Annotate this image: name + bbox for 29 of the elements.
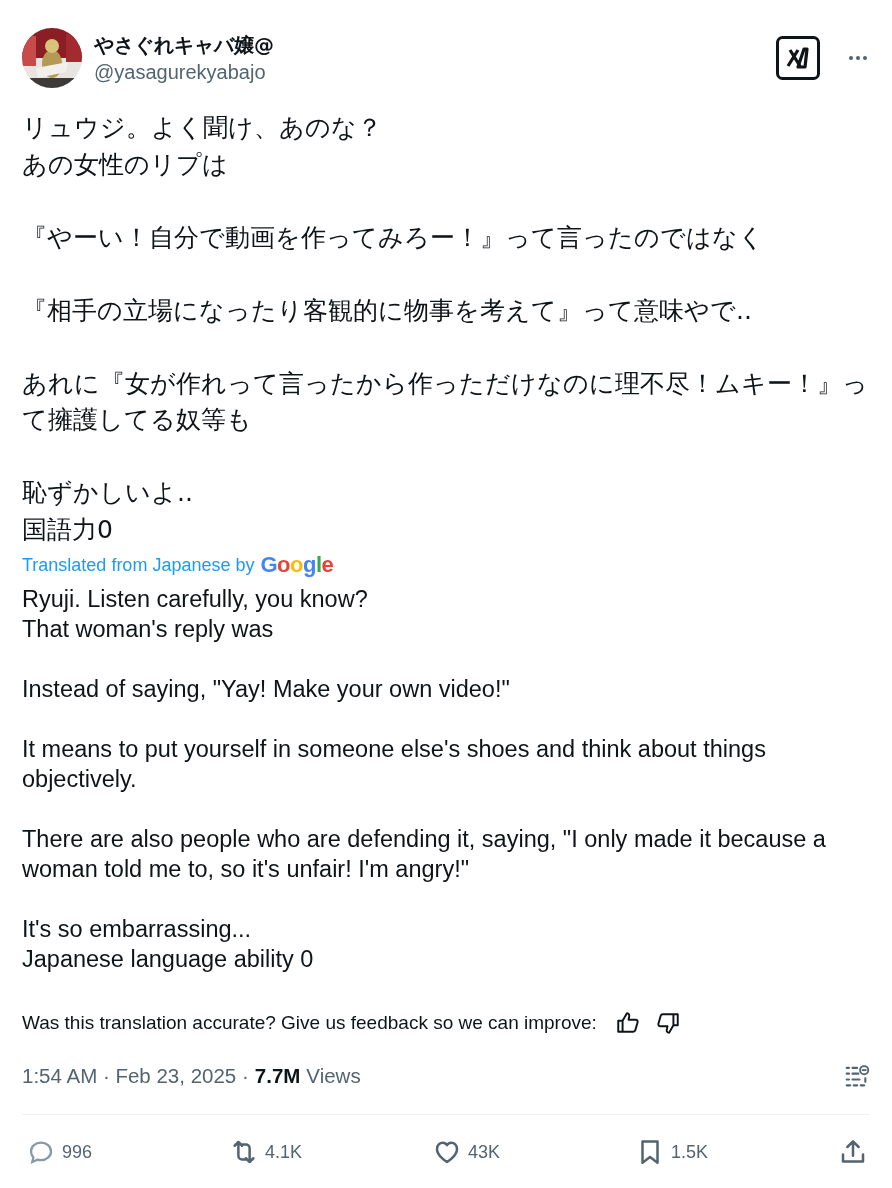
post-text-line: It's so embarrassing... bbox=[22, 916, 252, 942]
google-logo[interactable]: Google bbox=[260, 552, 334, 578]
post-text-line: あれに『女が作れって言ったから作っただけなのに理不尽！ムキー！』って擁護してる奴等も bbox=[22, 368, 868, 434]
post-text-line: Instead of saying, "Yay! Make your own video!" bbox=[22, 676, 510, 702]
feedback-question: Was this translation accurate? Give us feedback so we can improve: bbox=[22, 1012, 597, 1034]
thumbs-up-icon[interactable] bbox=[614, 1010, 641, 1036]
bookmark-button[interactable]: 1.5K bbox=[635, 1137, 805, 1167]
post-text-line: Japanese language ability 0 bbox=[22, 946, 314, 972]
post-text-line: It means to put yourself in someone else's shoes and think about things objectively. bbox=[22, 736, 766, 792]
post-text-line: That woman's reply was bbox=[22, 616, 274, 642]
post-timestamp[interactable]: 1:54 AM · Feb 23, 2025 · bbox=[22, 1064, 249, 1088]
author-handle[interactable]: @yasagurekyabajo bbox=[94, 61, 764, 84]
view-count: 7.7M bbox=[254, 1064, 301, 1088]
post-text-line: 恥ずかしいよ.. bbox=[22, 478, 193, 507]
thumbs-down-icon[interactable] bbox=[654, 1010, 681, 1036]
repost-button[interactable]: 4.1K bbox=[229, 1137, 399, 1167]
translation-label: Translated from Japanese by bbox=[22, 554, 255, 576]
like-button[interactable]: 43K bbox=[432, 1137, 602, 1167]
views-label: Views bbox=[306, 1064, 361, 1088]
reply-button[interactable]: 996 bbox=[26, 1137, 196, 1167]
author-name[interactable]: やさぐれキャバ嬢@ bbox=[94, 32, 764, 59]
post-text-line: リュウジ。よく聞け、あのな？ bbox=[22, 113, 382, 142]
post-text-line: 国語力0 bbox=[22, 514, 113, 544]
post-text-line: 『相手の立場になったり客観的に物事を考えて』って意味やで.. bbox=[22, 295, 752, 325]
post-text-line: There are also people who are defending it, saying, "I only made it because a woman told me to, so it's unfair! I'm angry!" bbox=[22, 826, 826, 882]
post-text-line: Ryuji. Listen carefully, you know? bbox=[22, 586, 368, 612]
post-text-line: あの女性のリプは bbox=[22, 149, 228, 179]
grok-logo-icon[interactable] bbox=[776, 36, 820, 80]
post-text-line: 『やーい！自分で動画を作ってみろー！』って言ったのではなく bbox=[22, 222, 764, 252]
